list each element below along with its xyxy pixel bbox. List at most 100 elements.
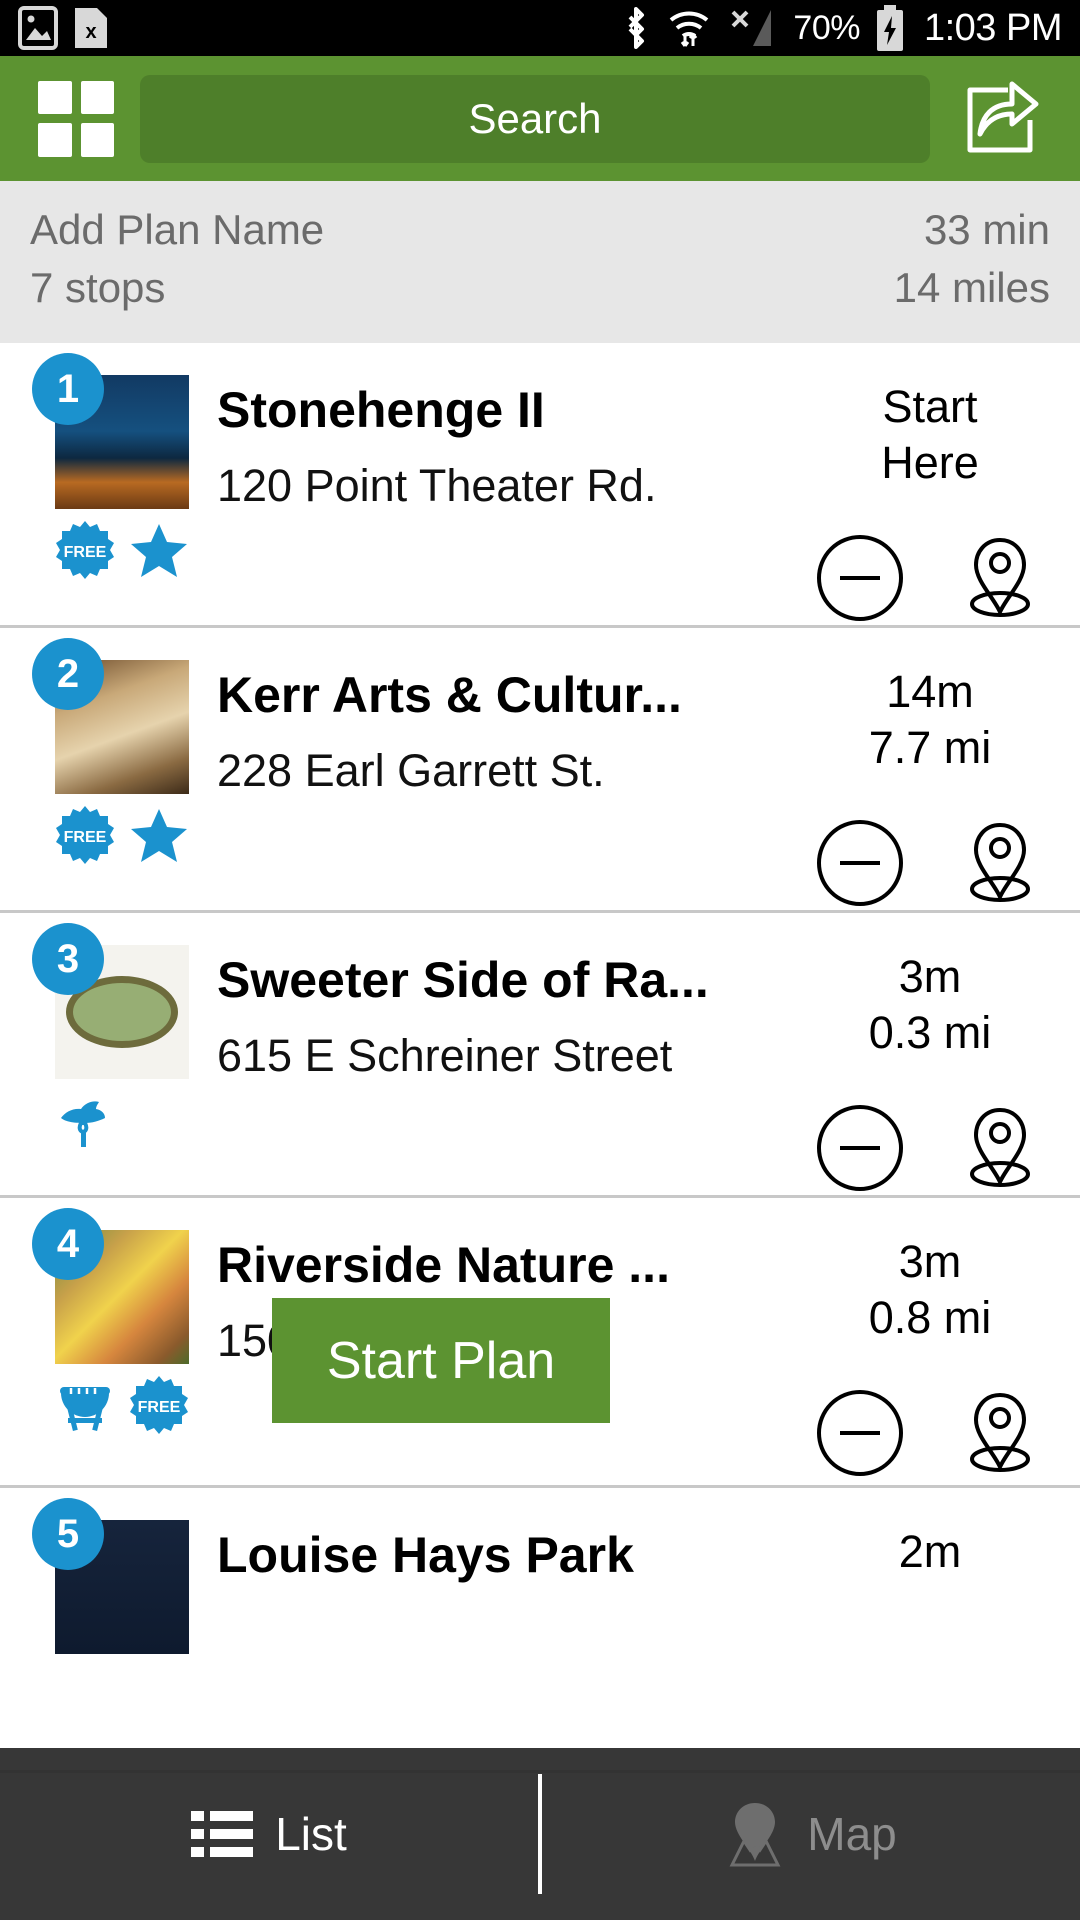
stop-number-badge: 4 (32, 1208, 104, 1280)
stop-title[interactable]: Sweeter Side of Ra... (217, 953, 780, 1008)
stop-badges (55, 1089, 205, 1151)
stop-meta-column: 3m 0.3 mi (780, 945, 1080, 1194)
stop-meta-column: 14m 7.7 mi (780, 660, 1080, 909)
stop-address: 615 E Schreiner Street (217, 1030, 673, 1081)
star-icon (131, 809, 187, 862)
stop-address: 120 Point Theater Rd. (217, 460, 657, 511)
bird-icon (61, 1101, 105, 1147)
plan-summary-left: Add Plan Name 7 stops (30, 205, 324, 312)
gallery-icon (18, 6, 58, 50)
plan-summary-bar[interactable]: Add Plan Name 7 stops 33 min 14 miles (0, 181, 1080, 343)
status-bar-left-icons: x (18, 5, 110, 51)
clock-label: 1:03 PM (923, 6, 1063, 49)
stop-actions (780, 1102, 1080, 1194)
stop-meta-line2: 7.7 mi (868, 722, 992, 774)
stop-actions (780, 1387, 1080, 1479)
battery-percent-label: 70% (793, 8, 860, 47)
plan-duration-label: 33 min (923, 206, 1050, 253)
search-input[interactable]: Search (140, 74, 930, 163)
map-pin-icon[interactable] (954, 817, 1046, 909)
stop-meta-line2: Here (881, 437, 979, 489)
plan-name-field[interactable]: Add Plan Name (30, 205, 324, 255)
stop-actions (780, 532, 1080, 624)
minus-circle-icon[interactable] (814, 1387, 906, 1479)
free-badge-icon: FREE (56, 521, 114, 579)
stop-badges: FREE (55, 804, 205, 866)
status-bar: x 70% 1:03 PM (0, 0, 1080, 56)
map-pin-icon[interactable] (954, 1102, 1046, 1194)
stop-number-badge: 1 (32, 353, 104, 425)
stop-number-badge: 5 (32, 1498, 104, 1570)
stop-thumb-column: 5 (0, 1498, 205, 1654)
share-icon[interactable] (956, 76, 1042, 162)
stop-text-column: Sweeter Side of Ra... 615 E Schreiner St… (205, 945, 780, 1082)
plan-summary-right: 33 min 14 miles (894, 205, 1050, 312)
battery-charging-icon (876, 5, 903, 51)
map-pin-icon (729, 1803, 781, 1867)
stop-thumb-column: 3 (0, 923, 205, 1151)
star-icon (131, 524, 187, 577)
stop-title[interactable]: Louise Hays Park (217, 1528, 780, 1583)
stop-meta-column: Start Here (780, 375, 1080, 624)
app-bar: Search (0, 56, 1080, 181)
stop-address: 228 Earl Garrett St. (217, 745, 605, 796)
svg-text:FREE: FREE (64, 829, 107, 846)
stop-meta-line1: 3m (898, 951, 962, 1002)
bluetooth-icon (628, 7, 645, 49)
bottom-nav-bar: List Map (0, 1748, 1080, 1920)
start-plan-button[interactable]: Start Plan (272, 1298, 610, 1423)
status-bar-right-icons: 70% 1:03 PM (619, 3, 1063, 53)
grill-icon (60, 1387, 110, 1432)
svg-text:x: x (85, 21, 96, 43)
free-badge-icon: FREE (56, 806, 114, 864)
plan-distance-label: 14 miles (893, 263, 1050, 311)
cellular-x-icon (731, 10, 772, 46)
table-row[interactable]: 1 FREE Stonehenge II 120 Point Theater R… (0, 343, 1080, 628)
stop-list: 1 FREE Stonehenge II 120 Point Theater R… (0, 343, 1080, 1773)
stop-text-column: Kerr Arts & Cultur... 228 Earl Garrett S… (205, 660, 780, 797)
svg-text:FREE: FREE (64, 544, 107, 561)
table-row[interactable]: 3 Sweeter Side of Ra... 615 E Schreiner … (0, 913, 1080, 1198)
stop-thumb-column: 4 FREE (0, 1208, 205, 1436)
minus-circle-icon[interactable] (814, 532, 906, 624)
stop-meta-column: 3m 0.8 mi (780, 1230, 1080, 1479)
stop-meta-column: 2m (780, 1520, 1080, 1580)
stop-title[interactable]: Riverside Nature ... (217, 1238, 780, 1293)
minus-circle-icon[interactable] (814, 817, 906, 909)
stop-meta-line1: Start (882, 381, 978, 432)
minus-circle-icon[interactable] (814, 1102, 906, 1194)
stop-actions (780, 817, 1080, 909)
table-row[interactable]: 5 Louise Hays Park 2m (0, 1488, 1080, 1773)
free-badge-icon: FREE (130, 1376, 188, 1434)
sim-card-x-icon: x (75, 8, 107, 48)
map-pin-icon[interactable] (954, 1387, 1046, 1479)
table-row[interactable]: 2 FREE Kerr Arts & Cultur... 228 Earl Ga… (0, 628, 1080, 913)
grid-menu-icon[interactable] (38, 80, 114, 157)
svg-text:FREE: FREE (138, 1399, 181, 1416)
stop-meta-line2: 0.3 mi (868, 1007, 992, 1059)
stop-thumb-column: 2 FREE (0, 638, 205, 866)
plan-stops-label: 7 stops (30, 263, 166, 311)
tab-map[interactable]: Map (542, 1748, 1080, 1920)
stop-title[interactable]: Kerr Arts & Cultur... (217, 668, 780, 723)
stop-badges: FREE (55, 1374, 205, 1436)
stop-number-badge: 3 (32, 923, 104, 995)
tab-map-label: Map (807, 1808, 897, 1860)
stop-badges: FREE (55, 519, 205, 581)
tab-list-label: List (275, 1808, 347, 1860)
search-placeholder-label: Search (468, 94, 602, 142)
stop-meta-line2: 0.8 mi (868, 1292, 992, 1344)
stop-number-badge: 2 (32, 638, 104, 710)
stop-text-column: Stonehenge II 120 Point Theater Rd. (205, 375, 780, 512)
stop-thumb-column: 1 FREE (0, 353, 205, 581)
stop-text-column: Louise Hays Park (205, 1520, 780, 1583)
stop-title[interactable]: Stonehenge II (217, 383, 780, 438)
stop-meta-line1: 14m (886, 666, 974, 717)
start-plan-label: Start Plan (326, 1331, 556, 1390)
list-icon (191, 1811, 254, 1857)
stop-meta-line1: 2m (898, 1526, 962, 1577)
wifi-icon (670, 11, 709, 47)
stop-meta-line1: 3m (898, 1236, 962, 1287)
map-pin-icon[interactable] (954, 532, 1046, 624)
tab-list[interactable]: List (0, 1748, 538, 1920)
